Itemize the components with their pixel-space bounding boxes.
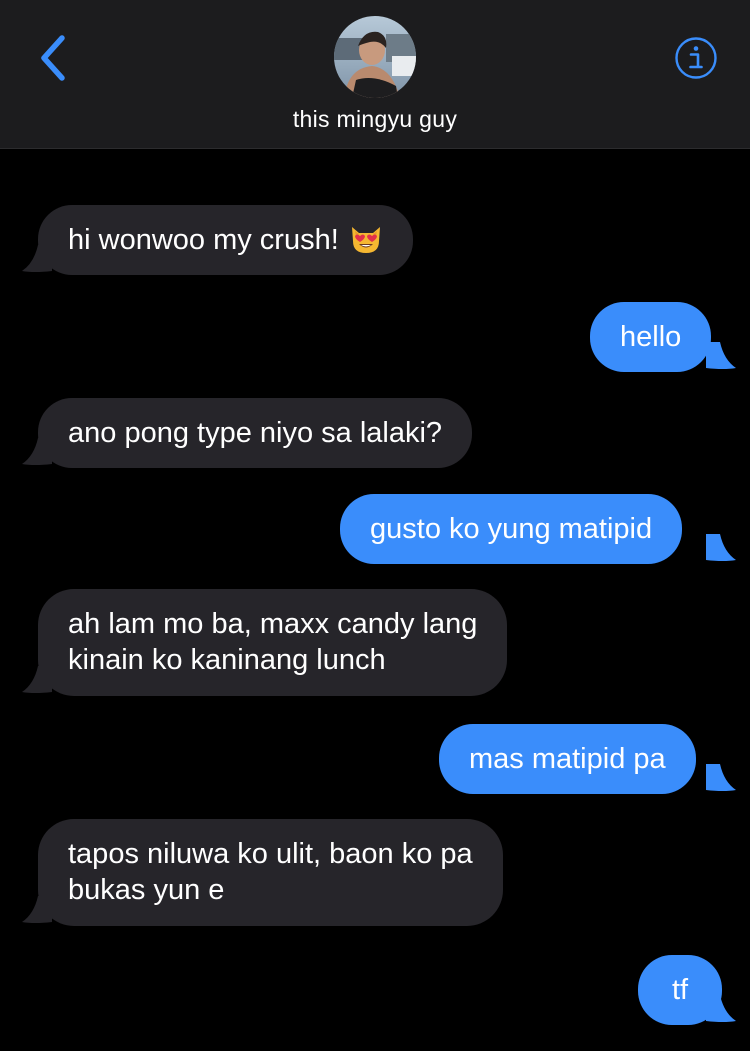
- message-thread[interactable]: hi wonwoo my crush! hello ano pong type …: [0, 149, 750, 1051]
- incoming-message-bubble[interactable]: hi wonwoo my crush!: [38, 205, 413, 275]
- back-button[interactable]: [32, 32, 76, 84]
- outgoing-bubble-tail: [706, 995, 736, 1022]
- avatar-photo: [334, 16, 416, 98]
- incoming-message-bubble[interactable]: tapos niluwa ko ulit, baon ko pa bukas y…: [38, 819, 503, 926]
- incoming-bubble-tail: [22, 896, 52, 923]
- message-text: tf: [671, 974, 689, 1006]
- message-text: ano pong type niyo sa lalaki?: [68, 417, 443, 449]
- message-text: hi wonwoo my crush!: [68, 224, 339, 256]
- smiling-cat-heart-eyes-emoji: [349, 223, 383, 264]
- message-text-line: tapos niluwa ko ulit, baon ko pa: [68, 838, 473, 870]
- info-circle-icon: [675, 37, 717, 79]
- incoming-bubble-tail: [22, 438, 52, 465]
- message-text: mas matipid pa: [469, 743, 666, 775]
- outgoing-message-bubble[interactable]: gusto ko yung matipid: [340, 494, 683, 564]
- chevron-left-icon: [41, 35, 65, 81]
- incoming-bubble-tail: [22, 666, 52, 693]
- outgoing-message-bubble[interactable]: mas matipid pa: [439, 724, 696, 794]
- outgoing-bubble-tail: [706, 534, 736, 561]
- message-text: hello: [620, 321, 682, 353]
- contact-avatar[interactable]: [334, 16, 416, 98]
- message-text-line: bukas yun e: [68, 874, 225, 906]
- message-text: gusto ko yung matipid: [370, 513, 653, 545]
- incoming-message-bubble[interactable]: ano pong type niyo sa lalaki?: [38, 398, 473, 468]
- message-text-line: kinain ko kaninang lunch: [68, 644, 386, 676]
- conversation-header: this mingyu guy: [0, 0, 750, 149]
- incoming-bubble-tail: [22, 245, 52, 272]
- message-text-line: ah lam mo ba, maxx candy lang: [68, 608, 478, 640]
- incoming-message-bubble[interactable]: ah lam mo ba, maxx candy lang kinain ko …: [38, 589, 508, 696]
- outgoing-bubble-tail: [706, 764, 736, 791]
- contact-name[interactable]: this mingyu guy: [0, 106, 750, 133]
- info-button[interactable]: [674, 36, 718, 80]
- outgoing-message-bubble[interactable]: hello: [590, 302, 712, 372]
- outgoing-bubble-tail: [706, 342, 736, 369]
